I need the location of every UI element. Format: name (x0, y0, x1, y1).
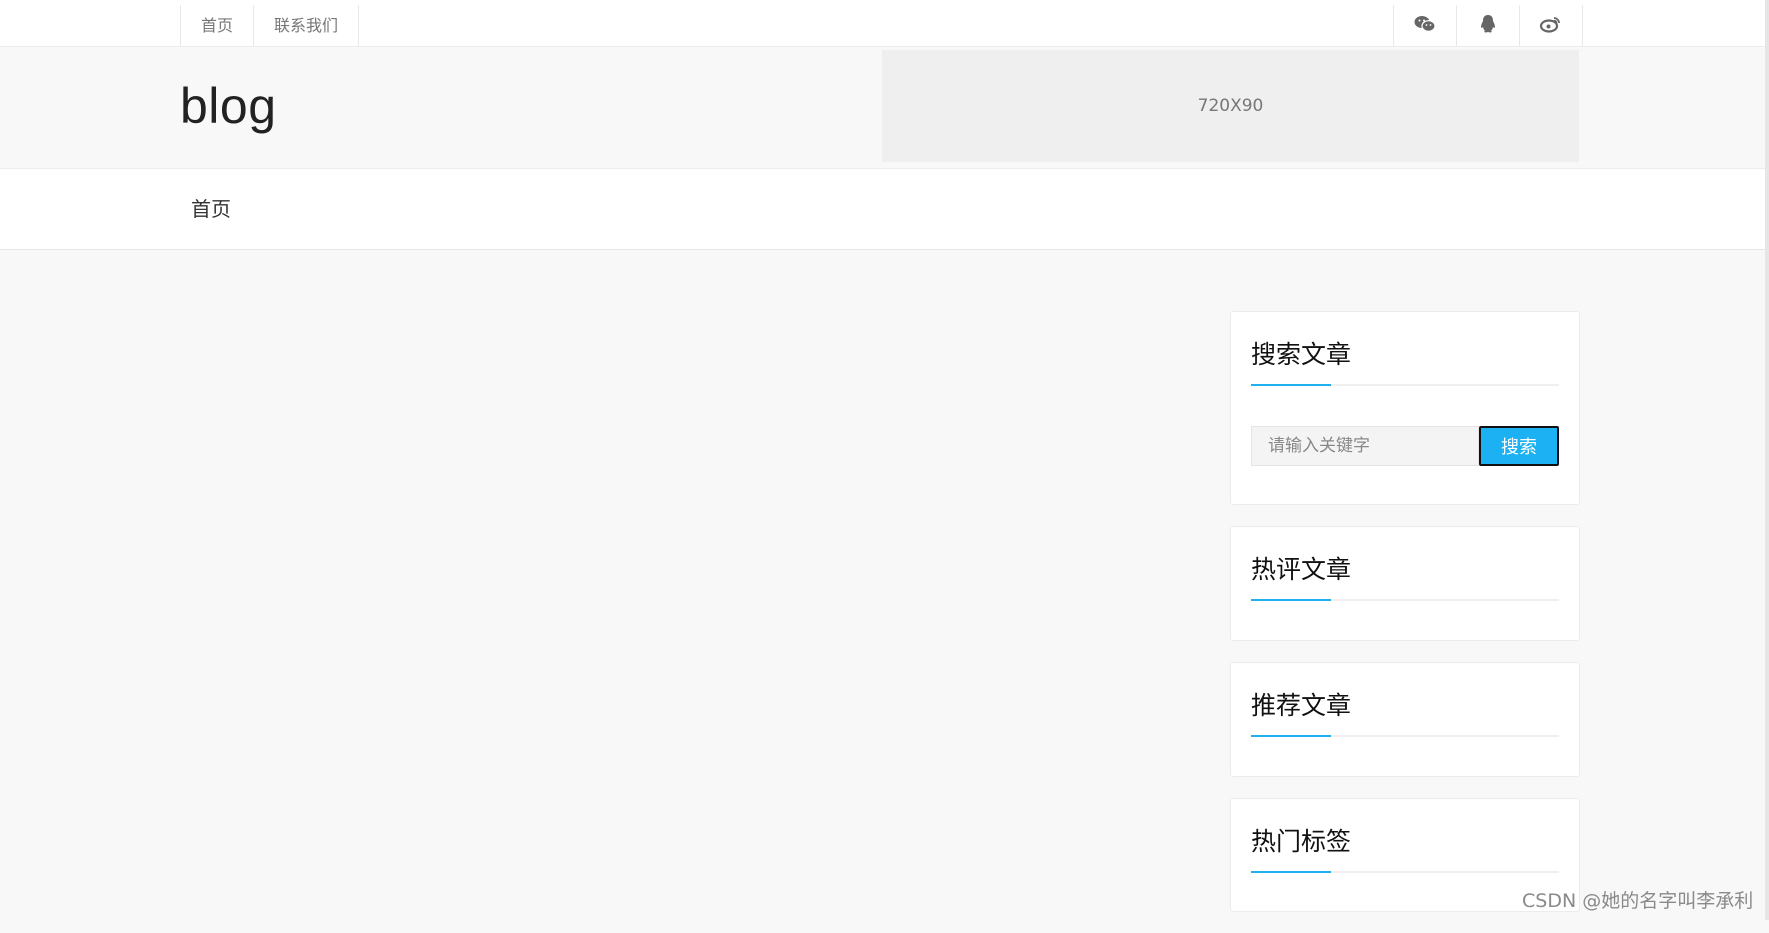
title-underline (1251, 871, 1559, 873)
qq-button[interactable] (1457, 5, 1520, 46)
recommended-widget: 推荐文章 (1230, 662, 1580, 777)
wechat-icon (1414, 15, 1436, 37)
title-underline (1251, 384, 1559, 386)
top-nav: 首页 联系我们 (180, 5, 360, 46)
qq-icon (1479, 14, 1497, 38)
top-nav-home[interactable]: 首页 (181, 5, 255, 46)
scrollbar[interactable] (1765, 0, 1769, 920)
title-underline (1251, 735, 1559, 737)
ad-label: 720X90 (1197, 96, 1264, 116)
title-underline (1251, 599, 1559, 601)
main-nav: 首页 (0, 169, 1769, 250)
weibo-icon (1539, 15, 1562, 37)
site-header: blog 720X90 (0, 47, 1769, 169)
social-links (1393, 5, 1583, 46)
weibo-button[interactable] (1520, 5, 1583, 46)
hot-comments-title: 热评文章 (1251, 555, 1352, 584)
search-input[interactable] (1251, 426, 1479, 466)
ad-banner[interactable]: 720X90 (882, 50, 1579, 162)
site-logo[interactable]: blog (180, 77, 277, 135)
hot-comments-widget: 热评文章 (1230, 526, 1580, 641)
search-row: 搜索 (1251, 426, 1559, 466)
wechat-button[interactable] (1394, 5, 1457, 46)
search-button[interactable]: 搜索 (1479, 426, 1559, 466)
sidebar: 搜索文章 搜索 热评文章 推荐文章 热门标签 (1230, 311, 1580, 933)
search-widget: 搜索文章 搜索 (1230, 311, 1580, 505)
watermark: CSDN @她的名字叫李承利 (1522, 890, 1754, 912)
search-widget-title: 搜索文章 (1251, 340, 1352, 369)
top-nav-contact[interactable]: 联系我们 (254, 5, 360, 46)
hot-tags-title: 热门标签 (1251, 827, 1352, 856)
top-bar: 首页 联系我们 (0, 5, 1769, 47)
main-nav-home[interactable]: 首页 (191, 169, 231, 249)
recommended-title: 推荐文章 (1251, 691, 1352, 720)
